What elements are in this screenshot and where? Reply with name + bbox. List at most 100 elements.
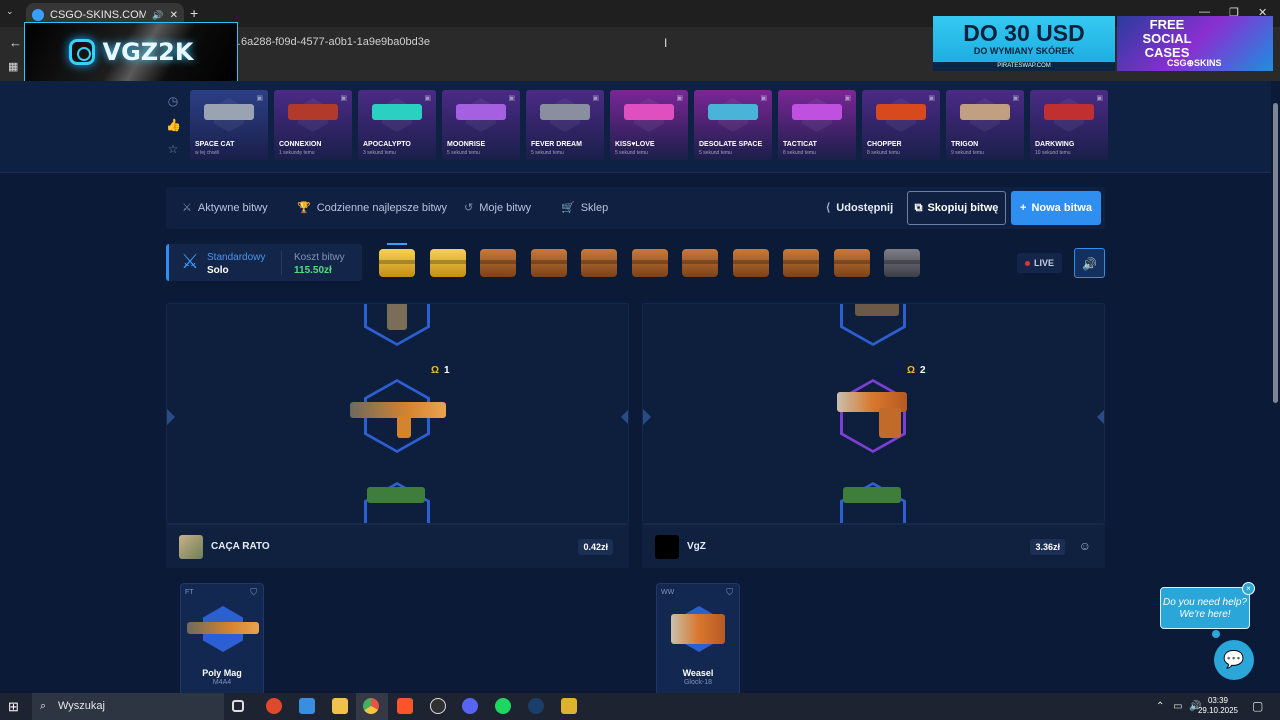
battle-case-wood[interactable] [581,249,617,277]
live-drop-card[interactable]: ▣ KISS♥LOVE 5 sekund temu [610,90,688,160]
battle-case-wood[interactable] [834,249,870,277]
battle-case-wood[interactable] [632,249,668,277]
battle-case-wood[interactable] [531,249,567,277]
new-battle-button[interactable]: + Nowa bitwa [1011,191,1101,225]
page-scrollbar[interactable] [1271,81,1280,693]
logo-text: VGZ2K [102,38,194,66]
player2-reel: Ω2 [642,303,1105,524]
live-drop-card[interactable]: ▣ DESOLATE SPACE 5 sekund temu [694,90,772,160]
case-band [783,260,819,264]
case-band [834,260,870,264]
system-clock[interactable]: 03:39 29.10.2025 [1196,696,1240,716]
item-condition: FT [185,589,194,596]
live-drop-card[interactable]: ▣ MOONRISE 5 sekund temu [442,90,520,160]
battle-case-wood[interactable] [480,249,516,277]
reel-left-arrow-icon [167,409,175,425]
chat-bubble-tail [1212,630,1220,638]
avatar[interactable] [179,535,203,559]
spotify-icon[interactable] [495,698,511,714]
reel-right-arrow-icon [1097,409,1104,425]
live-drop-card[interactable]: ▣ SPACE CAT w tej chwili [190,90,268,160]
battle-case-wood[interactable] [783,249,819,277]
case-band [682,260,718,264]
avatar[interactable] [655,535,679,559]
chat-icon: 💬 [1223,650,1245,669]
gun-image [843,487,901,503]
live-drop-card[interactable]: ▣ TRIGON 9 sekund temu [946,90,1024,160]
drop-gun-image [708,104,758,120]
chat-open-button[interactable]: 💬 [1214,640,1254,680]
history-icon[interactable]: ◷ [166,94,180,108]
emoji-icon[interactable]: ☺ [1079,539,1091,553]
current-case-indicator [387,243,407,245]
system-tray[interactable]: ⌃ ▭ 🔊 [1156,693,1202,720]
steam-icon[interactable] [528,698,544,714]
live-drop-card[interactable]: ▣ FEVER DREAM 5 sekund temu [526,90,604,160]
taskbar-search[interactable]: ⌕ Wyszukaj [32,693,224,720]
app-icon-2[interactable] [299,698,315,714]
star-icon[interactable]: ☆ [166,142,180,156]
brave-icon[interactable] [397,698,413,714]
url-field[interactable]: …6a288-f09d-4577-a0b1-1a9e9ba0bd3e [230,32,930,52]
network-icon[interactable]: ▭ [1173,701,1182,712]
live-drop-card[interactable]: ▣ DARKWING 10 sekund temu [1030,90,1108,160]
thumbs-up-icon[interactable]: 👍 [166,118,181,132]
case-band [379,260,415,264]
chat-help-bubble[interactable]: Do you need help? We're here! [1160,587,1250,629]
tray-expand-icon[interactable]: ⌃ [1156,701,1164,712]
active-app-indicator [356,693,388,720]
copy-battle-button[interactable]: ⧉ Skopiuj bitwę [907,191,1006,225]
drop-time: 10 sekund temu [1035,150,1071,156]
back-icon[interactable]: ← [9,35,22,50]
battle-case-gold[interactable] [430,249,466,277]
promo-subline: DO WYMIANY SKÓREK [973,46,1075,56]
battle-case-gray[interactable] [884,249,920,277]
player-name[interactable]: CAÇA RATO [211,525,270,569]
gun-image [367,487,425,503]
item-image-glock [671,614,725,644]
windows-start-icon[interactable]: ⊞ [8,699,19,715]
live-drop-card[interactable]: ▣ TACTICAT 8 sekund temu [778,90,856,160]
nav-active-battles[interactable]: ⚔ Aktywne bitwy [182,187,268,229]
discord-icon[interactable] [462,698,478,714]
nav-my-battles[interactable]: ↺ Moje bitwy [464,187,531,229]
tab-list-button[interactable]: ⌄ [6,6,14,17]
tab-close-icon[interactable]: ✕ [170,10,178,21]
loot-card[interactable]: FT ⛉ Poly Mag M4A4 [180,583,264,693]
promo-banner-pirateswap[interactable]: DO 30 USD DO WYMIANY SKÓREK PIRATESWAP.C… [933,16,1115,71]
notifications-icon[interactable]: ▢ [1252,699,1263,713]
speaker-icon: 🔊 [1082,257,1097,271]
task-view-icon[interactable] [232,700,244,712]
live-drop-card[interactable]: ▣ APOCALYPTO 3 sekund temu [358,90,436,160]
nav-shop[interactable]: 🛒 Sklep [561,187,608,229]
app-icon-3[interactable] [561,698,577,714]
battle-case-wood[interactable] [733,249,769,277]
loot-card[interactable]: WW ⛉ Weasel Glock-18 [656,583,740,693]
case-icon: ▣ [676,95,683,102]
obs-icon[interactable] [430,698,446,714]
battle-case-gold[interactable] [379,249,415,277]
tab-audio-icon[interactable]: 🔊 [152,10,163,21]
nav-daily-best[interactable]: 🏆 Codzienne najlepsze bitwy [297,187,447,229]
scrollbar-thumb[interactable] [1273,103,1278,403]
drop-time: 5 sekund temu [447,150,480,156]
sound-toggle-button[interactable]: 🔊 [1074,248,1105,278]
promo-banner-free-cases[interactable]: FREE SOCIAL CASES CSG⊕SKINS [1117,16,1273,71]
live-drop-card[interactable]: ▣ CHOPPER 8 sekund temu [862,90,940,160]
promo-headline: FREE SOCIAL CASES [1142,17,1192,60]
player-name[interactable]: VgZ [687,525,706,569]
drop-time: 1 sekundę temu [279,150,315,156]
case-icon: ▣ [1012,95,1019,102]
app-icon-1[interactable] [266,698,282,714]
new-tab-button[interactable]: + [190,5,198,21]
nav-label: Moje bitwy [479,202,532,214]
mode-label: Standardowy [207,252,266,263]
drop-gun-image [1044,104,1094,120]
reel-right-arrow-icon [621,409,628,425]
battle-case-wood[interactable] [682,249,718,277]
live-drop-card[interactable]: ▣ CONNEXION 1 sekundę temu [274,90,352,160]
file-explorer-icon[interactable] [332,698,348,714]
share-button[interactable]: ⟨ Udostępnij [826,192,893,224]
apps-icon[interactable]: ▦ [8,60,18,73]
chat-close-icon[interactable]: × [1242,582,1255,595]
